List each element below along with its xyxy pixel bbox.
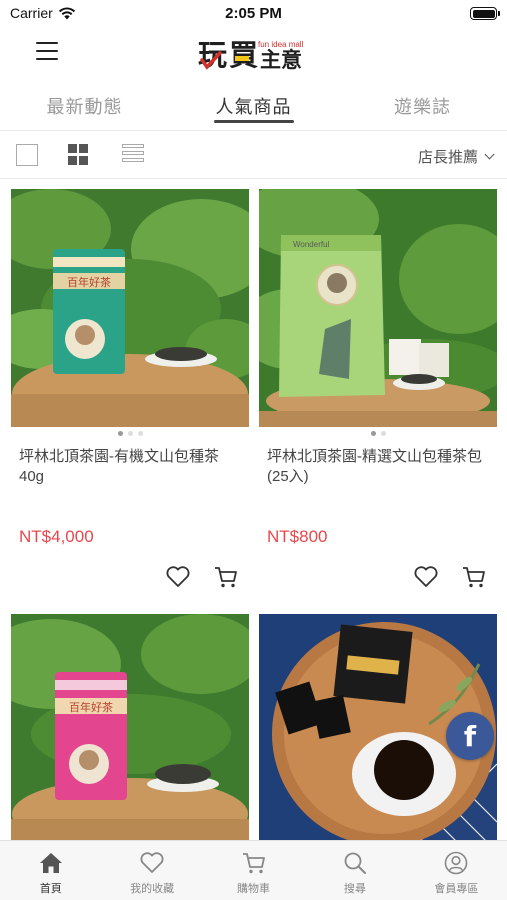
- product-card: Wonderful 坪林北頂茶園-精選文山包種茶包(25入) NT$800: [259, 189, 497, 588]
- nav-label: 我的收藏: [130, 883, 175, 895]
- sort-label: 店長推薦: [417, 149, 478, 166]
- image-pager-dots: [11, 427, 249, 441]
- cart-icon: [242, 853, 265, 874]
- search-icon: [344, 852, 366, 874]
- product-image[interactable]: 百年好茶: [11, 614, 249, 852]
- tabs-divider: [0, 130, 507, 131]
- product-image[interactable]: 百年好茶: [11, 189, 249, 427]
- bottom-navigation: 首頁 我的收藏 購物車 搜尋 會員專區: [0, 840, 507, 900]
- toolbar-divider: [0, 178, 507, 179]
- nav-item-cart[interactable]: 購物車: [203, 841, 304, 900]
- facebook-icon[interactable]: f: [446, 712, 494, 760]
- list-view-icon[interactable]: [122, 144, 144, 166]
- svg-text:fun idea mall: fun idea mall: [258, 40, 304, 49]
- package-label: Wonderful: [293, 240, 330, 249]
- brand-logo[interactable]: 玩 買 主意 fun idea mall: [198, 36, 314, 72]
- chevron-down-icon: [484, 149, 495, 160]
- product-card: 百年好茶: [11, 614, 249, 852]
- nav-label: 首頁: [39, 883, 62, 895]
- sort-dropdown[interactable]: 店長推薦: [417, 146, 495, 167]
- nav-item-search[interactable]: 搜尋: [304, 841, 405, 900]
- heart-icon: [140, 852, 164, 873]
- package-label: 百年好茶: [67, 275, 111, 289]
- image-pager-dots: [259, 427, 497, 441]
- heart-icon[interactable]: [165, 565, 191, 589]
- app-header: 玩 買 主意 fun idea mall: [0, 28, 507, 78]
- tab-latest-news[interactable]: 最新動態: [0, 86, 169, 126]
- grid-view-icon[interactable]: [68, 144, 90, 166]
- section-tabs: 最新動態 人氣商品 遊樂誌: [0, 86, 507, 126]
- battery-icon: [470, 7, 500, 20]
- product-price: NT$800: [267, 527, 328, 546]
- product-name[interactable]: 坪林北頂茶園-精選文山包種茶包(25入): [259, 441, 497, 527]
- nav-label: 搜尋: [343, 883, 366, 895]
- nav-label: 會員專區: [434, 883, 479, 895]
- product-card: 百年好茶 坪林北頂茶園-有機文山包種茶40g NT$4,000: [11, 189, 249, 588]
- nav-item-member[interactable]: 會員專區: [406, 841, 507, 900]
- cart-icon[interactable]: [461, 565, 487, 589]
- status-bar: Carrier 2:05 PM: [0, 0, 507, 28]
- svg-text:玩: 玩: [198, 40, 227, 72]
- heart-icon[interactable]: [413, 565, 439, 589]
- single-view-icon[interactable]: [16, 144, 38, 166]
- product-image[interactable]: Wonderful: [259, 189, 497, 427]
- tab-fun-magazine[interactable]: 遊樂誌: [338, 86, 507, 126]
- product-name[interactable]: 坪林北頂茶園-有機文山包種茶40g: [11, 441, 249, 527]
- nav-item-favorites[interactable]: 我的收藏: [101, 841, 202, 900]
- product-price: NT$4,000: [19, 527, 94, 546]
- cart-icon[interactable]: [213, 565, 239, 589]
- tab-popular-products[interactable]: 人氣商品: [169, 86, 338, 126]
- view-toolbar: 店長推薦: [0, 132, 507, 178]
- nav-item-home[interactable]: 首頁: [0, 841, 101, 900]
- user-icon: [445, 851, 468, 875]
- hamburger-menu-button[interactable]: [36, 42, 58, 62]
- status-time: 2:05 PM: [225, 5, 282, 22]
- nav-label: 購物車: [237, 883, 271, 895]
- home-icon: [39, 853, 62, 873]
- package-label: 百年好茶: [69, 700, 113, 714]
- svg-text:主意: 主意: [260, 48, 302, 72]
